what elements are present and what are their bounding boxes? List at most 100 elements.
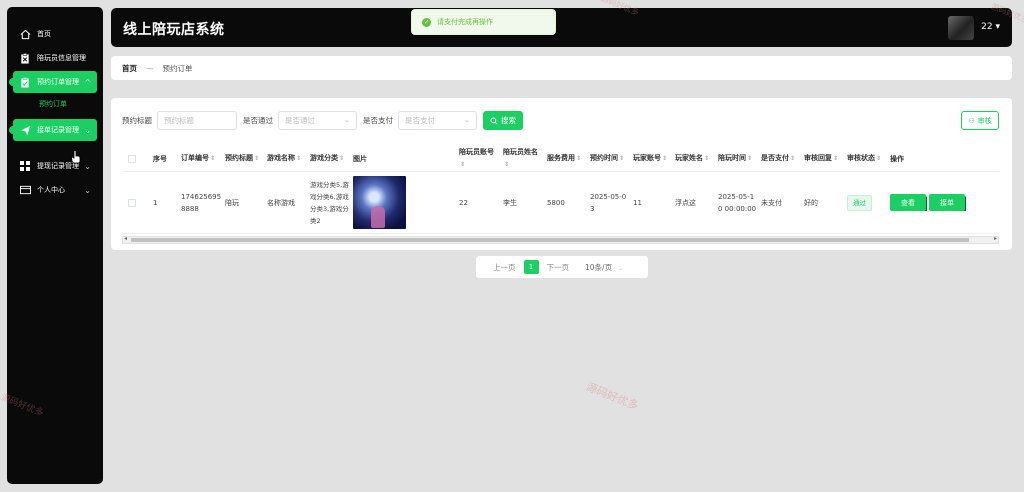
paid-filter-placeholder: 是否支付 [405,116,435,125]
chevron-down-icon: ⌄ [84,125,91,135]
column-header-label: 陪玩员账号 [459,148,494,156]
app-title: 线上陪玩店系统 [123,22,225,38]
cell-player-account: 11 [633,198,642,207]
pass-filter-placeholder: 是否通过 [285,116,315,125]
wallet-icon [19,184,31,196]
sidebar-item-withdraw-records[interactable]: 提现记录管理 ⌄ [13,155,97,177]
cell-book-time: 2025-05-03 [590,192,627,213]
horizontal-scrollbar[interactable]: ◂ ▸ [122,235,999,244]
breadcrumb-current: 预约订单 [162,63,193,73]
breadcrumb-home[interactable]: 首页 [122,63,137,74]
column-header: 图片 [353,154,367,163]
scroll-right-icon[interactable]: ▸ [994,235,997,242]
sort-icon: ⇕ [790,155,796,162]
search-button-label: 搜索 [501,116,516,125]
column-header-label: 审核回复 [804,154,832,162]
sidebar-item-booking-orders[interactable]: 预约订单管理 ^ [9,71,97,93]
filter-bar: 预约标题 预约标题 是否通过 是否通过 ⌄ 是否支付 是否支付 ⌄ 搜索 [122,111,523,130]
user-name: 22 [981,22,993,32]
cell-actions: 查看 接单 [887,194,982,211]
chevron-up-icon: ^ [84,77,91,87]
cell-play-time: 2025-05-10 00:00:00 [718,192,757,213]
sidebar-item-home[interactable]: 首页 [13,23,97,45]
table-row: 1 1746256958888 陪玩 名称游戏 游戏分类5,游戏分类6,游戏分类… [122,172,999,234]
column-header-label: 预约标题 [225,154,253,162]
audit-button[interactable]: ⚇ 审核 [961,111,999,130]
search-button[interactable]: 搜索 [483,111,523,130]
search-icon [490,116,498,125]
column-header-label: 游戏名称 [267,154,295,162]
scrollbar-thumb[interactable] [131,238,969,242]
table-header: 序号 订单编号⇕ 预约标题⇕ 游戏名称⇕ 游戏分类⇕ 图片 陪玩员账号⇕ 陪玩员… [122,146,999,172]
page-size-select[interactable]: 10条/页 ⌄ [585,262,623,273]
cell-fee: 5800 [547,198,565,207]
send-icon [19,124,31,136]
chevron-down-icon: ⌄ [84,161,91,171]
active-indicator [9,78,17,86]
column-header-label: 陪玩员姓名 [503,148,538,156]
sort-icon: ⇕ [619,155,625,162]
sidebar-item-personal-center[interactable]: 个人中心 ⌄ [13,179,97,201]
check-circle-icon: ✓ [422,17,431,27]
column-header[interactable]: 游戏分类⇕ [307,152,350,165]
column-header[interactable]: 游戏名称⇕ [264,152,307,165]
cell-game: 名称游戏 [267,198,295,207]
column-header-label: 游戏分类 [310,154,338,162]
column-header-label: 玩家账号 [633,154,661,162]
column-header[interactable]: 玩家姓名⇕ [672,152,715,165]
sort-icon: ⇕ [460,161,466,168]
select-all-checkbox[interactable] [128,154,136,163]
avatar[interactable] [948,16,974,40]
sidebar: 首页 陪玩员信息管理 预约订单管理 ^ 预约订单 接单记录管理 ⌄ 提现记录管理… [7,7,103,484]
page-number-current[interactable]: 1 [523,260,539,274]
column-header[interactable]: 陪玩时间⇕ [715,152,758,165]
column-header[interactable]: 陪玩员姓名 ⇕ [500,146,544,171]
sort-icon: ⇕ [833,155,839,162]
column-header[interactable]: 陪玩员账号 ⇕ [456,146,500,171]
sort-icon: ⇕ [296,155,302,162]
next-page-button[interactable]: 下一页 [547,262,570,273]
column-header[interactable]: 审核状态⇕ [844,152,887,165]
sidebar-item-label: 首页 [37,30,51,38]
scroll-left-icon[interactable]: ◂ [124,235,127,242]
toast-message: ✓ 请支付完成再操作 [411,9,556,35]
page-size-label: 10条/页 [585,262,613,272]
sidebar-item-accept-records[interactable]: 接单记录管理 ⌄ [9,119,97,141]
watermark: 源码好优多 [584,380,641,413]
toast-text: 请支付完成再操作 [437,18,493,26]
column-header[interactable]: 审核回复⇕ [801,152,844,165]
row-select-cell [122,198,150,207]
column-header[interactable]: 预约时间⇕ [587,152,630,165]
paid-filter-label: 是否支付 [363,116,393,125]
sort-icon: ⇕ [504,161,510,168]
title-filter-input[interactable]: 预约标题 [157,111,237,130]
pagination: 上一页 1 下一页 10条/页 ⌄ [476,256,648,278]
column-header[interactable]: 是否支付⇕ [758,152,801,165]
view-button[interactable]: 查看 [890,194,926,211]
column-header[interactable]: 服务费用⇕ [544,152,587,165]
row-checkbox[interactable] [128,198,136,207]
pass-filter-select[interactable]: 是否通过 ⌄ [278,111,357,130]
prev-page-button[interactable]: 上一页 [493,262,516,273]
paid-filter-select[interactable]: 是否支付 ⌄ [398,111,477,130]
orders-table: 序号 订单编号⇕ 预约标题⇕ 游戏名称⇕ 游戏分类⇕ 图片 陪玩员账号⇕ 陪玩员… [122,146,999,234]
cell-index: 1 [153,198,158,207]
status-badge: 通过 [847,194,872,211]
accept-order-button[interactable]: 接单 [929,194,965,211]
column-header-label: 服务费用 [547,154,575,162]
sort-icon: ⇕ [254,155,260,162]
cell-order-no: 1746256958888 [181,192,222,213]
column-header-label: 预约时间 [590,154,618,162]
chevron-down-icon: ⌄ [464,116,470,124]
column-header[interactable]: 预约标题⇕ [222,152,264,165]
sidebar-item-companion-info[interactable]: 陪玩员信息管理 [13,47,97,69]
column-header[interactable]: 玩家账号⇕ [630,152,672,165]
column-header[interactable]: 订单编号⇕ [178,152,222,165]
column-header: 操作 [890,154,904,163]
top-header: 线上陪玩店系统 22 ▾ [111,8,1012,47]
sidebar-subitem-booking-order[interactable]: 预约订单 [13,95,97,113]
column-header-label: 审核状态 [847,154,875,162]
user-menu[interactable]: 22 ▾ [981,22,1000,32]
column-header-label: 玩家姓名 [675,154,703,162]
sort-icon: ⇕ [339,155,345,162]
